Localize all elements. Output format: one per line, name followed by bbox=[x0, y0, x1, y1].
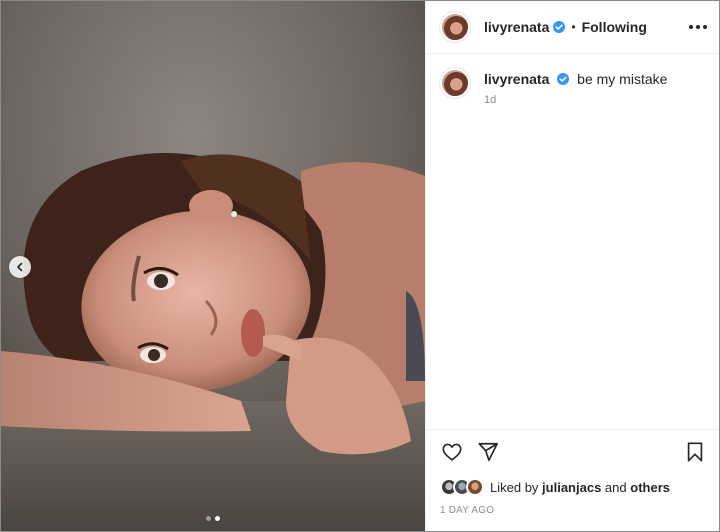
share-button[interactable] bbox=[476, 440, 500, 464]
liked-by-others[interactable]: others bbox=[630, 480, 670, 495]
separator: • bbox=[571, 20, 576, 34]
post-actions-section: Liked by julianjacs and others 1 DAY AGO bbox=[426, 429, 719, 516]
caption-text: be my mistake bbox=[577, 71, 668, 87]
carousel-dot-active bbox=[215, 516, 220, 521]
post-date[interactable]: 1 DAY AGO bbox=[426, 496, 719, 516]
verified-badge-icon bbox=[553, 21, 566, 33]
heart-icon bbox=[442, 443, 462, 461]
carousel-indicator bbox=[1, 516, 425, 521]
paper-plane-icon bbox=[478, 442, 498, 462]
avatar[interactable] bbox=[440, 12, 470, 42]
post-photo bbox=[1, 1, 425, 531]
verified-badge-icon bbox=[557, 73, 570, 85]
avatar[interactable] bbox=[466, 478, 484, 496]
post-media[interactable] bbox=[1, 1, 425, 531]
caption-time[interactable]: 1d bbox=[484, 94, 667, 106]
previous-slide-button[interactable] bbox=[9, 256, 31, 278]
header-username[interactable]: livyrenata bbox=[484, 19, 549, 35]
caption: livyrenata be my mistake 1d bbox=[426, 54, 719, 120]
avatar[interactable] bbox=[440, 68, 470, 98]
liked-by-user[interactable]: julianjacs bbox=[542, 480, 601, 495]
like-button[interactable] bbox=[440, 440, 464, 464]
carousel-dot bbox=[206, 516, 211, 521]
likes-summary: Liked by julianjacs and others bbox=[426, 470, 719, 496]
following-button[interactable]: Following bbox=[582, 19, 647, 35]
more-options-icon[interactable] bbox=[689, 17, 707, 37]
bookmark-icon bbox=[687, 442, 703, 462]
chevron-left-icon bbox=[16, 262, 23, 272]
post-modal: livyrenata • Following livyrenata be my … bbox=[0, 0, 720, 532]
liked-by-and: and bbox=[604, 479, 627, 495]
post-side-panel: livyrenata • Following livyrenata be my … bbox=[425, 1, 719, 531]
save-button[interactable] bbox=[683, 440, 707, 464]
caption-username[interactable]: livyrenata bbox=[484, 71, 549, 87]
liked-by-prefix: Liked by bbox=[490, 479, 539, 495]
liker-avatars bbox=[440, 478, 484, 496]
post-header: livyrenata • Following bbox=[426, 1, 719, 54]
